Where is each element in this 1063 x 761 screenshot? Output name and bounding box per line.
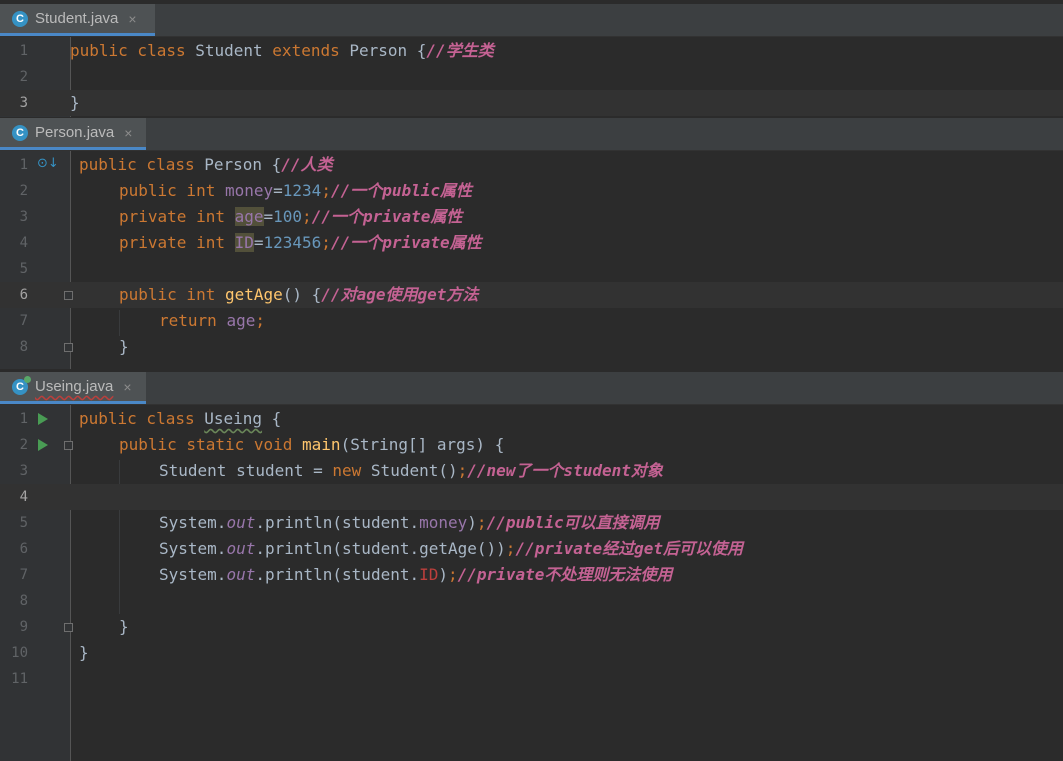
code-line[interactable]: 3 } — [0, 90, 1063, 116]
fold-icon[interactable] — [64, 441, 73, 450]
close-icon[interactable]: × — [123, 379, 131, 395]
code-line[interactable]: 1 ⊙↓ public class Person {//人类 — [0, 152, 1063, 178]
tab-label: Useing.java — [35, 378, 114, 395]
line-number: 3 — [19, 95, 28, 111]
code-line[interactable]: 2 — [0, 64, 1063, 90]
code-line[interactable]: 1 public class Student extends Person {/… — [0, 38, 1063, 64]
line-number: 2 — [19, 437, 28, 453]
line-number: 6 — [19, 541, 28, 557]
tabbar-useing: C Useing.java × — [0, 372, 1063, 405]
code-line[interactable]: 3 private int age=100;//一个private属性 — [0, 204, 1063, 230]
line-number: 8 — [19, 339, 28, 355]
line-number: 2 — [19, 69, 28, 85]
close-icon[interactable]: × — [128, 11, 136, 27]
line-number: 1 — [19, 411, 28, 427]
implemented-icon[interactable]: ⊙↓ — [37, 156, 59, 171]
line-number: 7 — [19, 567, 28, 583]
code-line[interactable]: 9 } — [0, 614, 1063, 640]
code-line[interactable]: 4 — [0, 484, 1063, 510]
run-icon[interactable] — [38, 413, 48, 425]
code-line[interactable]: 7 return age; — [0, 308, 1063, 334]
line-number: 3 — [19, 463, 28, 479]
tab-label: Student.java — [35, 10, 119, 27]
line-number: 10 — [11, 645, 28, 661]
line-number: 4 — [19, 235, 28, 251]
fold-icon[interactable] — [64, 623, 73, 632]
code-line[interactable]: 6 System.out.println(student.getAge());/… — [0, 536, 1063, 562]
code-line[interactable]: 2 public static void main(String[] args)… — [0, 432, 1063, 458]
code-line[interactable]: 11 — [0, 666, 1063, 692]
line-number: 2 — [19, 183, 28, 199]
line-number: 8 — [19, 593, 28, 609]
code-line[interactable]: 6 public int getAge() {//对age使用get方法 — [0, 282, 1063, 308]
run-badge-icon — [24, 375, 31, 383]
code-line[interactable]: 2 public int money=1234;//一个public属性 — [0, 178, 1063, 204]
line-number: 1 — [19, 43, 28, 59]
class-icon: C — [12, 375, 31, 395]
tab-useing-java[interactable]: C Useing.java × — [0, 372, 146, 404]
tabbar-person: C Person.java × — [0, 118, 1063, 151]
tab-student-java[interactable]: C Student.java × — [0, 4, 155, 36]
run-icon[interactable] — [38, 439, 48, 451]
code-line[interactable]: 5 — [0, 256, 1063, 282]
code-line[interactable]: 10 } — [0, 640, 1063, 666]
code-line[interactable]: 8 } — [0, 334, 1063, 360]
line-number: 11 — [11, 671, 28, 687]
code-line[interactable]: 1 public class Useing { — [0, 406, 1063, 432]
tabbar-student: C Student.java × — [0, 4, 1063, 37]
line-number: 7 — [19, 313, 28, 329]
code-line[interactable]: 8 — [0, 588, 1063, 614]
line-number: 5 — [19, 515, 28, 531]
line-number: 3 — [19, 209, 28, 225]
line-number: 9 — [19, 619, 28, 635]
line-number: 6 — [19, 287, 28, 303]
code-line[interactable]: 7 System.out.println(student.ID);//priva… — [0, 562, 1063, 588]
line-number: 5 — [19, 261, 28, 277]
code-line[interactable]: 4 private int ID=123456;//一个private属性 — [0, 230, 1063, 256]
tab-label: Person.java — [35, 124, 115, 141]
class-icon: C — [12, 10, 28, 27]
code-line[interactable]: 3 Student student = new Student();//new了… — [0, 458, 1063, 484]
class-icon: C — [12, 124, 28, 141]
fold-icon[interactable] — [64, 343, 73, 352]
line-number: 1 — [19, 157, 28, 173]
fold-icon[interactable] — [64, 291, 73, 300]
close-icon[interactable]: × — [124, 125, 132, 141]
line-number: 4 — [19, 489, 28, 505]
tab-person-java[interactable]: C Person.java × — [0, 118, 146, 150]
code-line[interactable]: 5 System.out.println(student.money);//pu… — [0, 510, 1063, 536]
